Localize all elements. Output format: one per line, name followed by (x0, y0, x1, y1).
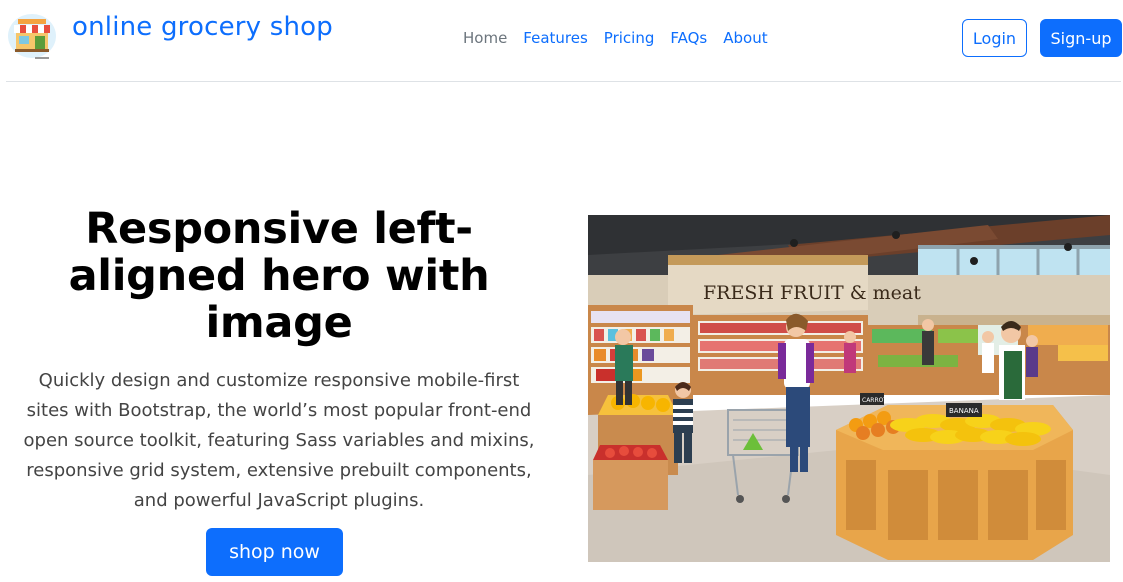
banana-tag: BANANA (949, 407, 979, 415)
nav-pricing-link[interactable]: Pricing (604, 29, 655, 47)
hero-title: Responsive left-aligned hero with image (68, 204, 490, 348)
brand-title[interactable]: online grocery shop (72, 12, 333, 42)
shop-now-button[interactable]: shop now (206, 528, 343, 576)
fresh-fruit-sign: FRESH FRUIT & meat (703, 282, 921, 304)
navbar-divider (6, 81, 1121, 82)
signup-button[interactable]: Sign-up (1040, 19, 1122, 57)
grocery-store-illustration: FRESH FRUIT & meat CARROT BANANA (588, 215, 1110, 562)
nav-about-link[interactable]: About (723, 29, 767, 47)
navbar: online grocery shop Home Features Pricin… (0, 0, 1123, 82)
nav-features-link[interactable]: Features (523, 29, 588, 47)
login-button[interactable]: Login (962, 19, 1027, 57)
carrot-tag: CARROT (862, 397, 887, 404)
main-nav: Home Features Pricing FAQs About (463, 29, 784, 47)
hero-lead-text: Quickly design and customize responsive … (23, 370, 535, 511)
nav-faqs-link[interactable]: FAQs (670, 29, 707, 47)
nav-home-link[interactable]: Home (463, 29, 507, 47)
store-logo-icon[interactable] (7, 11, 57, 61)
